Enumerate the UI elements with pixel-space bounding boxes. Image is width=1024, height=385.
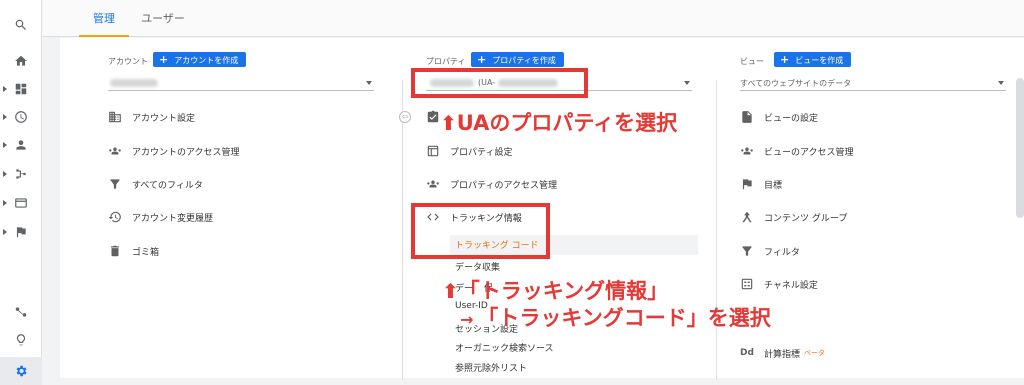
account-label: アカウント <box>108 57 148 66</box>
plus-icon: + <box>477 53 487 66</box>
filter-icon <box>742 246 752 256</box>
data-collection-link[interactable]: データ収集 <box>455 260 500 273</box>
document-icon <box>742 111 752 123</box>
ua-property-annotation-text: UAのプロパティを選択 <box>456 111 678 135</box>
column-divider <box>716 80 717 380</box>
left-nav-rail <box>0 0 42 385</box>
ua-property-annotation: ⬆UAのプロパティを選択 <box>440 107 677 137</box>
attribution-icon[interactable] <box>0 298 42 326</box>
window-icon <box>427 145 439 157</box>
chevron-down-icon <box>998 81 1004 85</box>
goals-label: 目標 <box>764 180 783 191</box>
acquisition-icon[interactable] <box>0 160 42 188</box>
account-settings-label: アカウント設定 <box>132 113 196 124</box>
people-icon <box>427 180 439 188</box>
view-filters-item[interactable]: フィルタ <box>740 241 800 261</box>
filter-icon <box>110 179 120 189</box>
tracking-code-annotation: → 「トラッキングコード」を選択 <box>460 302 771 332</box>
search-icon[interactable] <box>0 11 42 39</box>
trash-item[interactable]: ゴミ箱 <box>108 241 159 261</box>
account-access-item[interactable]: アカウントのアクセス管理 <box>108 141 240 161</box>
create-view-button[interactable]: + ビューを作成 <box>774 52 852 67</box>
property-label: プロパティ <box>426 57 466 66</box>
checklist-icon <box>427 110 439 123</box>
beta-badge: ベータ <box>804 349 826 357</box>
back-arrow-icon[interactable]: ⇦ <box>399 111 411 123</box>
view-select-value: すべてのウェブサイトのデータ <box>740 79 852 88</box>
people-icon <box>741 147 753 155</box>
clock-icon[interactable] <box>0 103 42 131</box>
tracking-info-annotation: ⬆「トラッキング情報」 <box>442 275 668 305</box>
account-column: アカウント + アカウントを作成 アカウント設定 アカウントのアクセス管理 すべて… <box>108 38 374 378</box>
create-account-label: アカウントを作成 <box>174 56 239 65</box>
account-history-label: アカウント変更履歴 <box>132 213 214 224</box>
people-icon <box>109 147 121 155</box>
create-view-label: ビューを作成 <box>795 56 844 65</box>
content-grouping-item[interactable]: コンテンツ グループ <box>740 207 847 227</box>
account-history-item[interactable]: アカウント変更履歴 <box>108 207 213 227</box>
calculated-metrics-icon: Dd <box>740 348 754 358</box>
view-select[interactable]: すべてのウェブサイトのデータ <box>740 75 1006 91</box>
channel-settings-label: チャネル設定 <box>764 280 818 291</box>
ua-property-highlight-box <box>411 68 588 98</box>
tab-user[interactable]: ユーザー <box>133 0 193 37</box>
behavior-icon[interactable] <box>0 189 42 217</box>
goals-item[interactable]: 目標 <box>740 174 782 194</box>
create-property-button[interactable]: + プロパティを作成 <box>471 52 564 67</box>
calculated-metrics-label: 計算指標 <box>764 349 801 360</box>
trash-icon <box>110 245 120 257</box>
tracking-highlight-box <box>411 203 550 259</box>
view-filters-label: フィルタ <box>764 247 800 258</box>
lightbulb-icon[interactable] <box>0 326 42 354</box>
organic-search-sources-link[interactable]: オーガニック検索ソース <box>455 341 554 354</box>
account-access-label: アカウントのアクセス管理 <box>132 147 240 158</box>
content-grouping-label: コンテンツ グループ <box>764 213 848 224</box>
gear-icon[interactable] <box>0 357 42 385</box>
account-settings-item[interactable]: アカウント設定 <box>108 107 195 127</box>
chevron-down-icon <box>684 81 690 85</box>
create-account-button[interactable]: + アカウントを作成 <box>153 52 247 67</box>
person-icon[interactable] <box>0 131 42 159</box>
all-filters-item[interactable]: すべてのフィルタ <box>108 174 203 194</box>
tracking-code-annotation-text: 「トラッキングコード」を選択 <box>477 306 771 330</box>
tab-admin[interactable]: 管理 <box>79 0 129 37</box>
customization-icon[interactable] <box>0 75 42 103</box>
content-grouping-icon <box>742 211 752 223</box>
building-icon <box>109 111 121 123</box>
property-settings-item[interactable]: プロパティ設定 <box>426 141 512 161</box>
referral-exclusion-link[interactable]: 参照元除外リスト <box>455 361 527 374</box>
up-arrow-icon: ⬆ <box>442 279 459 303</box>
column-divider <box>402 80 403 380</box>
account-name-redacted <box>110 79 158 87</box>
channel-settings-icon <box>741 278 753 290</box>
chevron-down-icon <box>366 81 372 85</box>
home-icon[interactable] <box>0 47 42 75</box>
view-settings-item[interactable]: ビューの設定 <box>740 107 818 127</box>
right-arrow-icon: → <box>460 310 474 329</box>
view-settings-label: ビューの設定 <box>764 113 819 124</box>
all-filters-label: すべてのフィルタ <box>132 180 203 191</box>
admin-header: 管理 ユーザー <box>43 0 1024 37</box>
view-label: ビュー <box>740 57 764 66</box>
calculated-metrics-item[interactable]: Dd 計算指標 ベータ <box>740 343 825 363</box>
trash-label: ゴミ箱 <box>132 247 160 258</box>
property-access-label: プロパティのアクセス管理 <box>450 180 558 191</box>
channel-settings-item[interactable]: チャネル設定 <box>740 274 818 294</box>
create-property-label: プロパティを作成 <box>492 56 556 65</box>
property-settings-label: プロパティ設定 <box>450 147 513 158</box>
view-access-label: ビューのアクセス管理 <box>764 147 854 158</box>
view-column: ビュー + ビューを作成 すべてのウェブサイトのデータ ビューの設定 ビューのアク… <box>740 38 1010 378</box>
property-access-item[interactable]: プロパティのアクセス管理 <box>426 174 557 194</box>
flag-icon[interactable] <box>0 218 42 246</box>
flag-icon <box>742 179 752 190</box>
account-select[interactable] <box>108 75 374 91</box>
up-arrow-icon: ⬆ <box>440 111 457 135</box>
plus-icon: + <box>159 53 169 66</box>
plus-icon: + <box>780 53 790 66</box>
tracking-info-annotation-text: 「トラッキング情報」 <box>458 279 669 303</box>
view-access-item[interactable]: ビューのアクセス管理 <box>740 141 854 161</box>
scrollbar[interactable] <box>1016 78 1024 218</box>
history-icon <box>108 211 121 223</box>
